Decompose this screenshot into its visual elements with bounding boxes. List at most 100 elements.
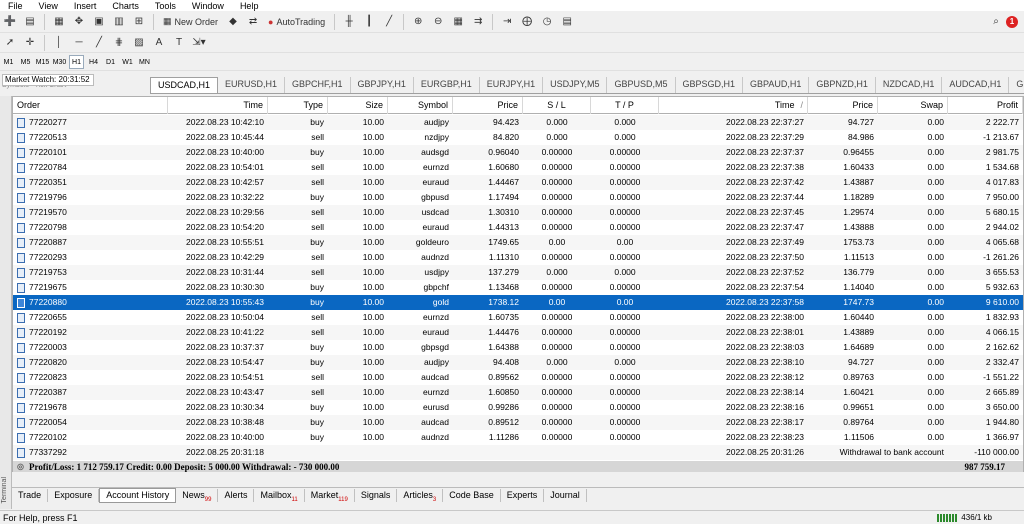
navigator-icon[interactable]: ✥ — [70, 13, 88, 31]
market-watch-icon[interactable]: ▦ — [50, 13, 68, 31]
table-row[interactable]: 77219796 2022.08.23 10:32:22 buy 10.00 gbpus… — [13, 190, 1023, 205]
timeframe-m5[interactable]: M5 — [18, 55, 33, 69]
table-row[interactable]: 77219678 2022.08.23 10:30:34 buy 10.00 eurus… — [13, 400, 1023, 415]
vertical-line-icon[interactable]: │ — [50, 34, 68, 52]
timeframe-d1[interactable]: D1 — [103, 55, 118, 69]
chart-tab[interactable]: GBPSGD,H1 — [676, 77, 744, 93]
menu-item-help[interactable]: Help — [232, 1, 267, 11]
menu-item-tools[interactable]: Tools — [147, 1, 184, 11]
search-icon[interactable]: ⌕ — [987, 13, 1005, 31]
timeframe-m1[interactable]: M1 — [1, 55, 16, 69]
tab-mailbox[interactable]: Mailbox11 — [254, 489, 305, 503]
table-row[interactable]: 77220798 2022.08.23 10:54:20 sell 10.00 eura… — [13, 220, 1023, 235]
column-header-6[interactable]: S / L — [523, 97, 591, 114]
table-row[interactable]: 77220823 2022.08.23 10:54:51 sell 10.00 audc… — [13, 370, 1023, 385]
chart-tab[interactable]: GBPNZD,H1 — [809, 77, 876, 93]
chart-tab[interactable]: GBPJPY,H1 — [351, 77, 414, 93]
table-row[interactable]: 77220784 2022.08.23 10:54:01 sell 10.00 eurn… — [13, 160, 1023, 175]
text-label-icon[interactable]: A — [150, 34, 168, 52]
notification-badge[interactable]: 1 — [1006, 15, 1018, 28]
table-row[interactable]: 77219675 2022.08.23 10:30:30 buy 10.00 gbpch… — [13, 280, 1023, 295]
tab-signals[interactable]: Signals — [355, 489, 398, 502]
chart-tab[interactable]: USDJPY,M5 — [543, 77, 608, 93]
table-row[interactable]: 77220293 2022.08.23 10:42:29 sell 10.00 audn… — [13, 250, 1023, 265]
tab-trade[interactable]: Trade — [12, 489, 49, 502]
tab-alerts[interactable]: Alerts — [218, 489, 255, 502]
autotrading-button[interactable]: ● AutoTrading — [264, 13, 329, 31]
timeframe-m30[interactable]: M30 — [52, 55, 67, 69]
column-header-0[interactable]: Order — [13, 97, 168, 114]
chart-tab[interactable]: AUDCAD,H1 — [942, 77, 1010, 93]
zoom-in-icon[interactable]: ⊕ — [409, 13, 427, 31]
table-row[interactable]: 77220277 2022.08.23 10:42:10 buy 10.00 audjp… — [13, 115, 1023, 130]
tab-exposure[interactable]: Exposure — [48, 489, 100, 502]
table-row[interactable]: 77219570 2022.08.23 10:29:56 sell 10.00 usdc… — [13, 205, 1023, 220]
channel-icon[interactable]: ▨ — [130, 34, 148, 52]
column-header-9[interactable]: Price — [808, 97, 878, 114]
line-chart-icon[interactable]: ╱ — [380, 13, 398, 31]
column-header-3[interactable]: Size — [328, 97, 388, 114]
column-header-10[interactable]: Swap — [878, 97, 948, 114]
auto-scroll-icon[interactable]: ⇉ — [469, 13, 487, 31]
menu-item-file[interactable]: File — [0, 1, 31, 11]
chart-tab[interactable]: GBPUSD,M5 — [607, 77, 676, 93]
column-header-4[interactable]: Symbol — [388, 97, 453, 114]
tile-windows-icon[interactable]: ▦ — [449, 13, 467, 31]
chart-tab[interactable]: GBPCHF,H1 — [285, 77, 351, 93]
text-box-icon[interactable]: T — [170, 34, 188, 52]
table-row[interactable]: 77220387 2022.08.23 10:43:47 sell 10.00 eurn… — [13, 385, 1023, 400]
table-row[interactable]: 77220887 2022.08.23 10:55:51 buy 10.00 golde… — [13, 235, 1023, 250]
table-row[interactable]: 77219753 2022.08.23 10:31:44 sell 10.00 usdj… — [13, 265, 1023, 280]
tab-news[interactable]: News99 — [176, 489, 219, 503]
connection-status[interactable]: 436/1 kb — [937, 513, 992, 522]
tab-journal[interactable]: Journal — [544, 489, 587, 502]
profiles-icon[interactable]: ▤ — [21, 13, 39, 31]
table-row[interactable]: 77220655 2022.08.23 10:50:04 sell 10.00 eurn… — [13, 310, 1023, 325]
chart-tab[interactable]: EURUSD,H1 — [218, 77, 286, 93]
tab-code-base[interactable]: Code Base — [443, 489, 501, 502]
zoom-out-icon[interactable]: ⊖ — [429, 13, 447, 31]
chart-tab[interactable]: EURGBP,H1 — [414, 77, 480, 93]
strategy-tester-icon[interactable]: ⊞ — [130, 13, 148, 31]
new-order-button[interactable]: ▦ New Order — [159, 13, 222, 31]
table-row[interactable]: 77220101 2022.08.23 10:40:00 buy 10.00 audsg… — [13, 145, 1023, 160]
chart-tab[interactable]: GBPAUD,H1 — [743, 77, 810, 93]
chart-tab[interactable]: USDCAD,H1 — [150, 77, 219, 93]
chart-shift-icon[interactable]: ⇄ — [244, 13, 262, 31]
crosshair-icon[interactable]: ✛ — [21, 34, 39, 52]
terminal-icon[interactable]: ▥ — [110, 13, 128, 31]
metaeditor-icon[interactable]: ◆ — [224, 13, 242, 31]
chart-tab[interactable]: G — [1009, 77, 1024, 93]
table-row[interactable]: 77220351 2022.08.23 10:42:57 sell 10.00 eura… — [13, 175, 1023, 190]
timeframe-m15[interactable]: M15 — [35, 55, 50, 69]
candlestick-icon[interactable]: ┃ — [360, 13, 378, 31]
new-chart-icon[interactable]: ➕ — [1, 13, 19, 31]
table-row[interactable]: 77220820 2022.08.23 10:54:47 buy 10.00 audjp… — [13, 355, 1023, 370]
timeframe-mn[interactable]: MN — [137, 55, 152, 69]
menu-item-window[interactable]: Window — [184, 1, 232, 11]
table-row[interactable]: 77220102 2022.08.23 10:40:00 buy 10.00 audnz… — [13, 430, 1023, 445]
menu-item-insert[interactable]: Insert — [66, 1, 105, 11]
column-header-11[interactable]: Profit — [948, 97, 1023, 114]
fibonacci-icon[interactable]: ⋕ — [110, 34, 128, 52]
tab-experts[interactable]: Experts — [501, 489, 545, 502]
table-row[interactable]: 77220513 2022.08.23 10:45:44 sell 10.00 nzdj… — [13, 130, 1023, 145]
table-row[interactable]: 77337292 2022.08.25 20:31:18 2022.08.25 20… — [13, 445, 1023, 460]
column-header-8[interactable]: Time / — [659, 97, 808, 114]
column-header-5[interactable]: Price — [453, 97, 523, 114]
data-window-icon[interactable]: ▣ — [90, 13, 108, 31]
tab-account-history[interactable]: Account History — [99, 488, 177, 503]
chart-shift-end-icon[interactable]: ⇥ — [498, 13, 516, 31]
tab-market[interactable]: Market119 — [305, 489, 355, 503]
cursor-icon[interactable]: ➚ — [1, 34, 19, 52]
column-header-1[interactable]: Time — [168, 97, 268, 114]
column-header-7[interactable]: T / P — [591, 97, 659, 114]
table-row[interactable]: 77220054 2022.08.23 10:38:48 buy 10.00 audca… — [13, 415, 1023, 430]
menu-item-charts[interactable]: Charts — [104, 1, 147, 11]
table-row[interactable]: 77220880 2022.08.23 10:55:43 buy 10.00 gold 1… — [13, 295, 1023, 310]
tab-articles[interactable]: Articles3 — [397, 489, 444, 503]
timeframe-w1[interactable]: W1 — [120, 55, 135, 69]
indicators-icon[interactable]: ⨁ — [518, 13, 536, 31]
table-row[interactable]: 77220192 2022.08.23 10:41:22 sell 10.00 eura… — [13, 325, 1023, 340]
menu-item-view[interactable]: View — [31, 1, 66, 11]
